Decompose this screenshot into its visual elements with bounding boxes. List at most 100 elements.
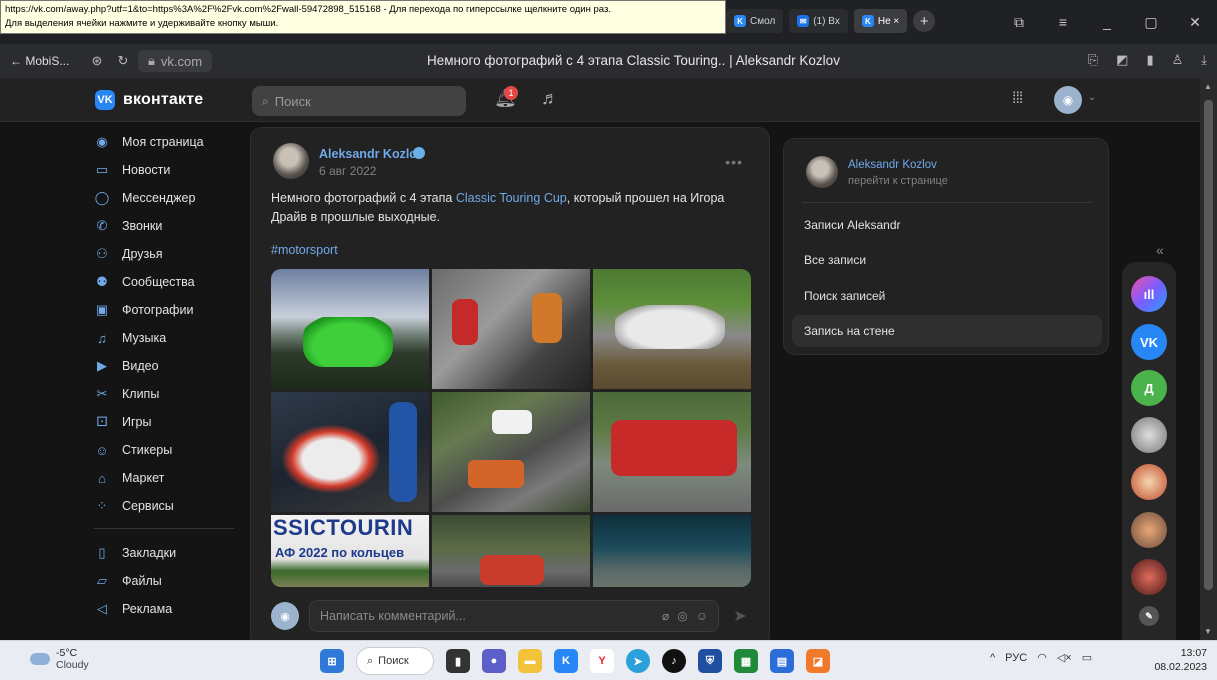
menu-item-author-posts[interactable]: Записи Aleksandr (792, 209, 1102, 241)
user-avatar[interactable]: ◉ (1054, 86, 1082, 114)
comment-field[interactable]: ⌀ ◎ ☺ (309, 600, 719, 632)
vk-app-icon[interactable]: VK (1131, 324, 1167, 360)
photo-race-cars[interactable] (432, 515, 590, 587)
taskbar-clock[interactable]: 13:07 08.02.2023 (1154, 646, 1207, 674)
author-name[interactable]: Aleksandr Kozlov (319, 147, 424, 161)
menu-icon[interactable]: ≡ (1041, 14, 1085, 30)
vk-taskbar-icon[interactable]: K (554, 649, 578, 673)
contact-avatar[interactable] (1131, 417, 1167, 453)
sidebar-item[interactable]: ▭ Новости (92, 156, 242, 184)
search-input[interactable] (274, 93, 445, 109)
go-to-page-link[interactable]: перейти к странице (848, 175, 948, 187)
weather-widget[interactable]: -5°C Cloudy (30, 647, 89, 671)
sidebar-item[interactable]: ♫ Музыка (92, 324, 242, 352)
attach-icon[interactable]: ⌀ (662, 609, 669, 623)
sidebar-item[interactable]: ◯ Мессенджер (92, 184, 242, 212)
author-avatar[interactable] (806, 156, 838, 188)
minimize-button[interactable]: _ (1085, 14, 1129, 30)
sidebar-item[interactable]: ◁ Реклама (92, 595, 242, 623)
tab-active[interactable]: K Не × (853, 9, 908, 33)
post-date[interactable]: 6 авг 2022 (319, 164, 376, 178)
photo-pit-lane[interactable] (593, 515, 751, 587)
chevron-down-icon[interactable]: ⌄ (1088, 92, 1096, 103)
photos-app-icon[interactable]: ◪ (806, 649, 830, 673)
notifications-button[interactable]: 🔔︎ 1 (494, 86, 518, 112)
page-scrollbar[interactable]: ▲ ▼ (1200, 78, 1217, 640)
file-explorer-icon[interactable]: ▬ (518, 649, 542, 673)
back-button[interactable]: ← MobiS... (10, 54, 84, 68)
sidebar-item[interactable]: ▱ Файлы (92, 567, 242, 595)
sidebar-item[interactable]: ⁘ Сервисы (92, 492, 242, 520)
collapse-rail-icon[interactable]: « (1156, 242, 1164, 258)
menu-item-wall-post[interactable]: Запись на стене (792, 315, 1102, 347)
more-options-icon[interactable]: ••• (725, 154, 743, 170)
contact-avatar-d[interactable]: Д (1131, 370, 1167, 406)
tray-expand-icon[interactable]: ^ (990, 652, 995, 664)
author-name-link[interactable]: Aleksandr Kozlov (848, 159, 937, 171)
search-box[interactable]: ⌕ (252, 86, 466, 116)
camera-icon[interactable]: ◎ (677, 609, 687, 623)
contact-avatar[interactable] (1131, 464, 1167, 500)
maximize-button[interactable]: ▢ (1129, 14, 1173, 31)
photo-mechanics[interactable] (432, 269, 590, 389)
excel-icon[interactable]: ▦ (734, 649, 758, 673)
sidebar-item[interactable]: ◉ Моя страница (92, 128, 242, 156)
share-icon[interactable]: ⎘ (1088, 52, 1098, 68)
menu-item-search-posts[interactable]: Поиск записей (792, 280, 1102, 312)
vk-music-icon[interactable]: ıll (1131, 276, 1167, 312)
post-link[interactable]: Classic Touring Cup (456, 191, 567, 205)
teams-chat-icon[interactable]: ● (482, 649, 506, 673)
windows-start-icon[interactable]: ⊞ (320, 649, 344, 673)
language-indicator[interactable]: РУС (1005, 652, 1027, 664)
photo-white-bmw[interactable] (593, 269, 751, 389)
emoji-icon[interactable]: ☺ (696, 609, 708, 623)
tab-smol[interactable]: K Смол (726, 9, 784, 33)
telegram-icon[interactable]: ➤ (626, 649, 650, 673)
extension-icon[interactable]: ◩ (1116, 52, 1128, 68)
comment-input[interactable] (320, 609, 655, 623)
author-avatar[interactable] (273, 143, 309, 179)
sidebar-item[interactable]: ✆ Звонки (92, 212, 242, 240)
sidebar-item[interactable]: ✂ Клипы (92, 380, 242, 408)
sidebar-item[interactable]: ▣ Фотографии (92, 296, 242, 324)
scrollbar-thumb[interactable] (1204, 100, 1213, 590)
sidebar-item[interactable]: ▯ Закладки (92, 539, 242, 567)
reload-icon[interactable]: ↻ (110, 53, 136, 69)
vk-logo[interactable]: VK вконтакте (95, 90, 203, 110)
scroll-up-icon[interactable]: ▲ (1204, 82, 1212, 91)
download-icon[interactable]: ⤓ (1201, 52, 1207, 68)
sidebar-item[interactable]: ☺ Стикеры (92, 436, 242, 464)
battery-icon[interactable]: ▭ (1082, 651, 1092, 664)
sidebar-item[interactable]: ⚇ Друзья (92, 240, 242, 268)
task-view-icon[interactable]: ▮ (446, 649, 470, 673)
send-icon[interactable]: ➤ (729, 606, 751, 626)
photo-track-corner[interactable] (432, 392, 590, 512)
photo-green-car[interactable] (271, 269, 429, 389)
apps-grid-icon[interactable]: ⁞⁞⁞ (1012, 90, 1023, 108)
compose-icon[interactable]: ✎ (1139, 606, 1159, 626)
menu-item-all-posts[interactable]: Все записи (792, 244, 1102, 276)
new-tab-button[interactable]: + (913, 10, 936, 32)
tab-inbox[interactable]: ✉ (1) Вх (789, 9, 848, 33)
taskbar-search[interactable]: ⌕ Поиск (356, 647, 434, 675)
profile-icon[interactable]: ♙ (1172, 52, 1184, 68)
music-player-icon[interactable]: ♬ (541, 88, 559, 109)
bookmark-icon[interactable]: ▮ (1146, 52, 1153, 68)
photo-peugeot-driver[interactable] (271, 392, 429, 512)
yandex-browser-icon[interactable]: Y (590, 649, 614, 673)
wifi-icon[interactable]: ◠ (1037, 651, 1047, 664)
sidebar-item[interactable]: ⚀ Игры (92, 408, 242, 436)
volume-icon[interactable]: ◁× (1057, 651, 1072, 664)
defender-shield-icon[interactable]: ⛨ (698, 649, 722, 673)
sidebar-item[interactable]: ⚉ Сообщества (92, 268, 242, 296)
contact-avatar[interactable] (1131, 512, 1167, 548)
photo-podium[interactable]: SSICTOURIN АФ 2022 по кольцев (271, 515, 429, 587)
word-icon[interactable]: ▤ (770, 649, 794, 673)
scroll-down-icon[interactable]: ▼ (1204, 627, 1212, 636)
sidebar-item[interactable]: ⌂ Маркет (92, 464, 242, 492)
tabs-panel-icon[interactable]: ⧉ (997, 14, 1041, 31)
photo-red-car-33[interactable] (593, 392, 751, 512)
close-window-button[interactable]: ✕ (1173, 14, 1217, 31)
url-field[interactable]: 🔒︎ vk.com (138, 50, 213, 72)
hashtag-link[interactable]: #motorsport (271, 243, 338, 257)
